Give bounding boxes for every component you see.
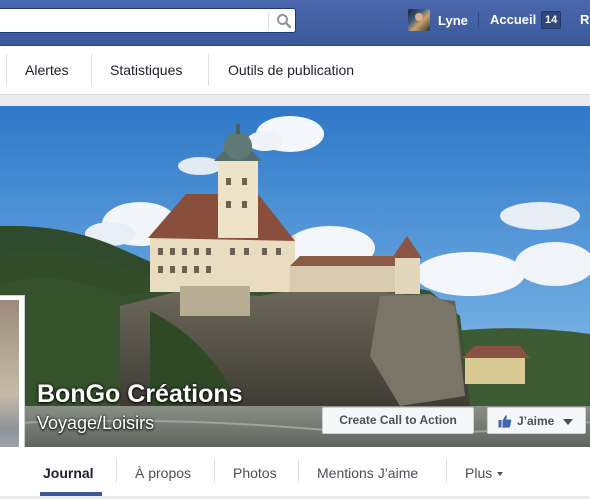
- admin-tab-outils-publication[interactable]: Outils de publication: [228, 46, 354, 94]
- search-divider: [268, 12, 269, 29]
- profile-link[interactable]: Lyne: [408, 9, 468, 31]
- tab-a-propos[interactable]: À propos: [135, 447, 191, 496]
- thumbs-up-icon: [498, 414, 512, 428]
- chevron-down-icon: [563, 419, 573, 425]
- tab-divider: [214, 459, 215, 483]
- tab-plus-label: Plus: [465, 465, 493, 481]
- admin-tab-statistiques[interactable]: Statistiques: [110, 46, 182, 94]
- tab-mentions-jaime[interactable]: Mentions J’aime: [317, 447, 418, 496]
- active-tab-indicator: [40, 492, 102, 496]
- tab-divider: [298, 459, 299, 483]
- home-link[interactable]: Accueil: [490, 12, 536, 27]
- home-count-badge: 14: [541, 11, 562, 29]
- like-page-button[interactable]: J’aime: [487, 407, 586, 434]
- create-call-to-action-button[interactable]: Create Call to Action: [322, 407, 474, 434]
- page-title: BonGo Créations: [37, 380, 243, 408]
- search-icon[interactable]: [276, 13, 292, 29]
- page-category[interactable]: Voyage/Loisirs: [37, 413, 154, 434]
- tab-divider: [116, 459, 117, 483]
- search-box[interactable]: [0, 8, 296, 33]
- page-admin-bar: Alertes Statistiques Outils de publicati…: [0, 46, 590, 95]
- topbar-divider: [478, 12, 479, 28]
- avatar: [408, 9, 430, 31]
- admin-divider: [208, 54, 209, 86]
- caret-down-icon: [497, 472, 504, 476]
- top-navigation-bar: Lyne Accueil 14 R: [0, 0, 590, 46]
- admin-divider: [6, 54, 7, 86]
- tab-plus[interactable]: Plus: [465, 447, 504, 496]
- tab-divider: [446, 459, 447, 483]
- timeline-tabs: Journal À propos Photos Mentions J’aime …: [0, 447, 590, 496]
- profile-name: Lyne: [438, 12, 468, 28]
- tab-journal[interactable]: Journal: [43, 447, 94, 496]
- topbar-cut-link[interactable]: R: [580, 12, 589, 27]
- like-button-label: J’aime: [517, 413, 555, 428]
- admin-divider: [91, 54, 92, 86]
- tab-photos[interactable]: Photos: [233, 447, 277, 496]
- admin-tab-alertes[interactable]: Alertes: [25, 46, 69, 94]
